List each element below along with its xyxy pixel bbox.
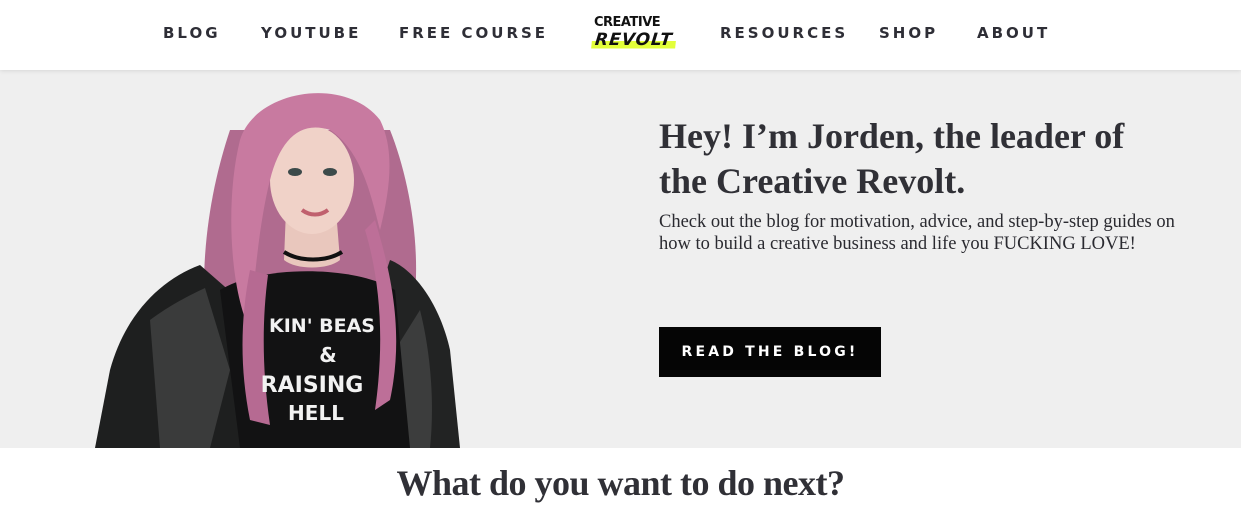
hero-section: KIN' BEAS & RAISING HELL Hey! I’m Jorden… [0, 70, 1241, 448]
nav-shop-link[interactable]: SHOP [879, 24, 938, 42]
shirt-text-line1: KIN' BEAS [269, 315, 375, 337]
hero-description: Check out the blog for motivation, advic… [659, 212, 1175, 254]
next-section-heading: What do you want to do next? [396, 463, 845, 503]
logo-line-revolt: REVOLT [590, 30, 677, 50]
shirt-text-line3: RAISING [261, 373, 364, 398]
nav-about-link[interactable]: ABOUT [977, 24, 1050, 42]
creative-revolt-logo[interactable]: CREATIVE REVOLT [588, 14, 677, 54]
read-the-blog-button[interactable]: READ THE BLOG! [659, 327, 881, 377]
shirt-text-line2: & [319, 343, 336, 367]
shirt-text-line4: HELL [288, 401, 344, 425]
logo-line-creative: CREATIVE [594, 15, 661, 30]
left-eye-shape [288, 168, 302, 176]
nav-resources-link[interactable]: RESOURCES [720, 24, 848, 42]
jorden-portrait-photo: KIN' BEAS & RAISING HELL [95, 93, 460, 448]
nav-youtube-link[interactable]: YOUTUBE [261, 24, 361, 42]
nav-free-course-link[interactable]: FREE COURSE [399, 24, 548, 42]
right-eye-shape [323, 168, 337, 176]
nav-blog-link[interactable]: BLOG [163, 24, 221, 42]
site-header: BLOG YOUTUBE FREE COURSE CREATIVE REVOLT… [0, 0, 1241, 70]
hero-title: Hey! I’m Jorden, the leader of the Creat… [659, 116, 1125, 201]
